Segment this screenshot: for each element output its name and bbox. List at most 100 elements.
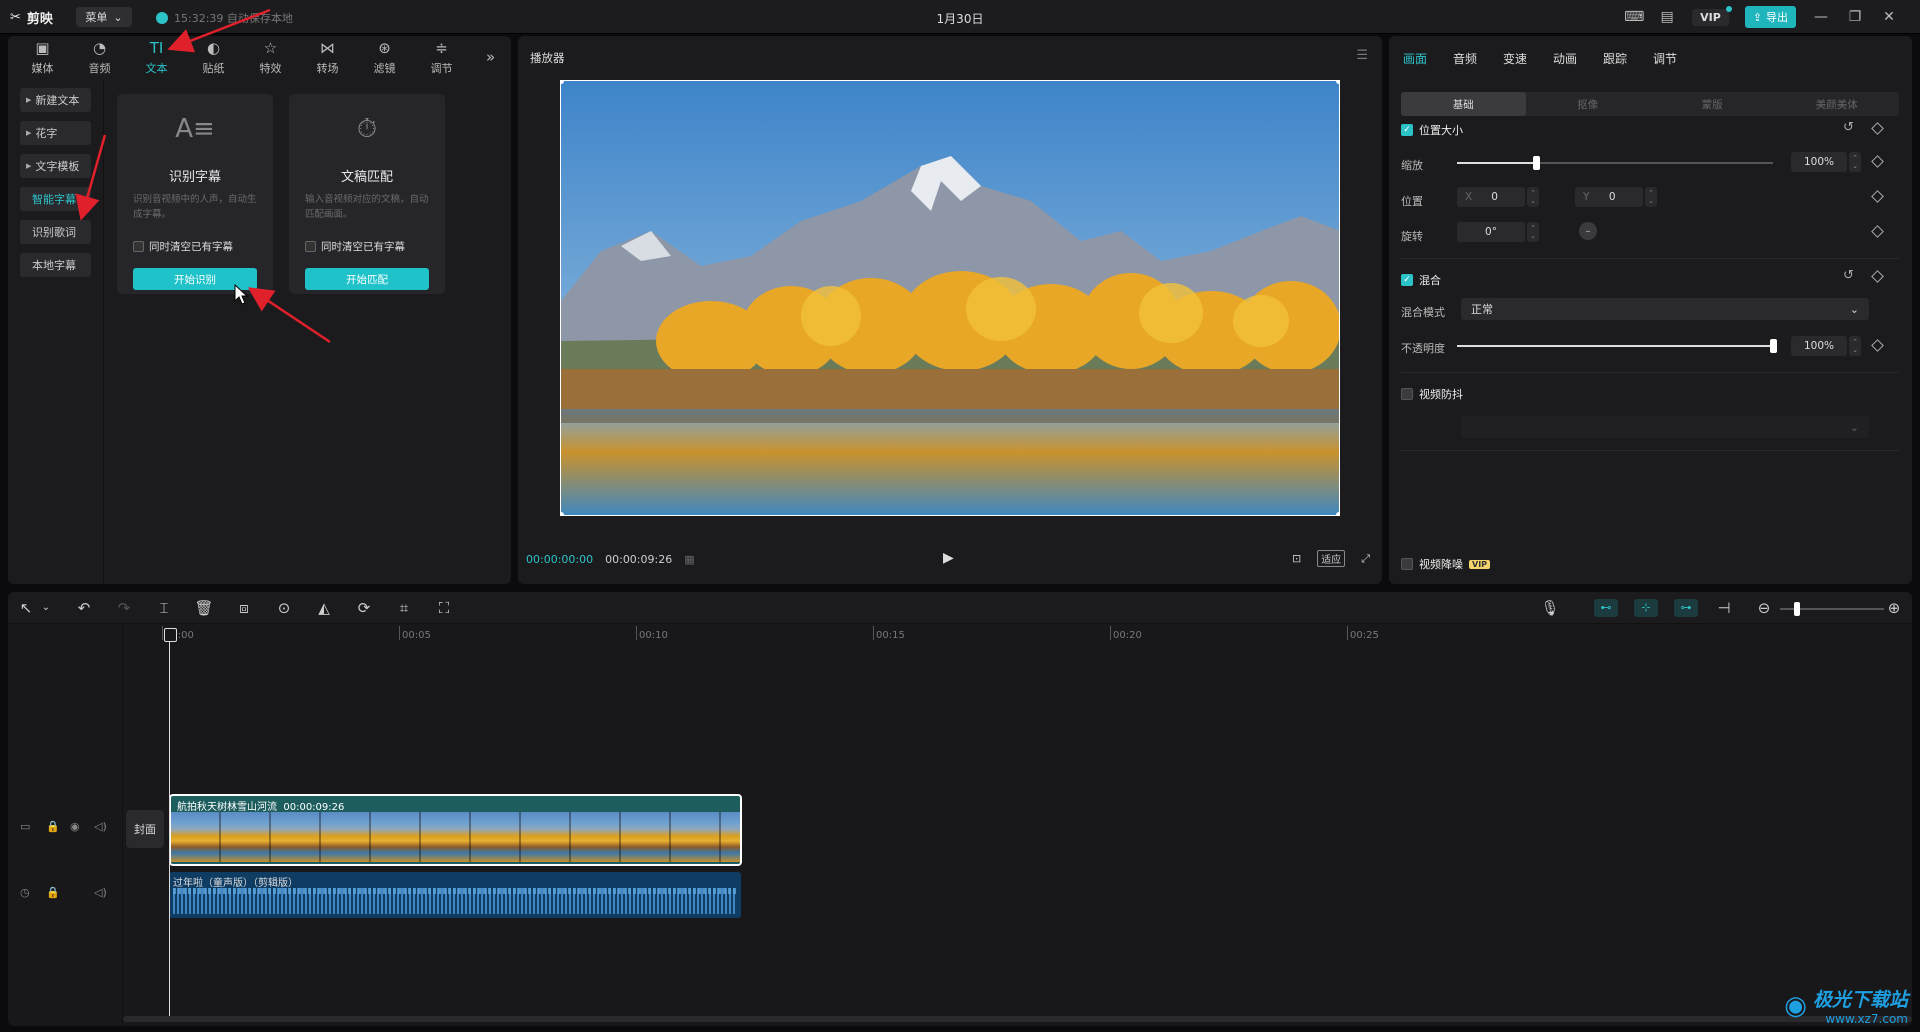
delete-icon[interactable]: 🗑: [194, 599, 214, 617]
category-item[interactable]: 智能字幕: [20, 187, 91, 211]
checkbox-unchecked-icon[interactable]: [305, 241, 316, 252]
more-tabs-icon[interactable]: »: [486, 48, 495, 66]
minimize-icon[interactable]: —: [1812, 9, 1830, 25]
tab-adjust[interactable]: ≑ 调节: [413, 36, 470, 80]
denoise-section[interactable]: 视频降噪 VIP: [1401, 556, 1491, 572]
keyframe-icon[interactable]: [1871, 339, 1884, 352]
x-position-input[interactable]: 0: [1491, 191, 1498, 203]
category-item[interactable]: ▶ 花字: [20, 121, 91, 145]
opacity-value-input[interactable]: 100%: [1791, 336, 1847, 356]
opacity-stepper[interactable]: ⌃ ⌄: [1849, 336, 1861, 356]
stabilize-section[interactable]: 视频防抖: [1401, 386, 1463, 402]
tab-audio[interactable]: ◔ 音频: [71, 36, 128, 80]
reset-icon[interactable]: ↺: [1843, 268, 1854, 283]
category-item[interactable]: ▶ 文字模板: [20, 154, 91, 178]
track-audio-icon[interactable]: ◷: [20, 886, 30, 899]
layout-icon[interactable]: ▤: [1658, 9, 1676, 25]
keyframe-icon[interactable]: [1871, 122, 1884, 135]
lock-icon[interactable]: 🔒: [46, 820, 60, 833]
property-subtab[interactable]: 美颜美体: [1775, 92, 1900, 116]
clear-existing-checkbox[interactable]: 同时清空已有字幕: [305, 239, 405, 254]
shortcut-icon[interactable]: ⌨: [1624, 9, 1644, 25]
checkbox-checked-icon[interactable]: ✓: [1401, 274, 1413, 286]
zoom-in-icon[interactable]: ⊕: [1884, 599, 1904, 617]
crop-icon[interactable]: ⌗: [394, 599, 414, 617]
tab-filter[interactable]: ⊛ 滤镜: [356, 36, 413, 80]
zoom-slider[interactable]: [1780, 602, 1884, 616]
keyframe-icon[interactable]: [1871, 155, 1884, 168]
timecode-grid-icon[interactable]: ▦: [684, 553, 694, 566]
playhead[interactable]: [164, 628, 177, 1018]
eye-icon[interactable]: ◉: [70, 820, 80, 833]
export-button[interactable]: ⇪ 导出: [1744, 6, 1796, 28]
property-tab[interactable]: 画面: [1403, 50, 1453, 67]
vip-button[interactable]: VIP: [1692, 5, 1732, 26]
rotate-dial[interactable]: –: [1579, 222, 1597, 240]
start-matching-button[interactable]: 开始匹配: [305, 268, 429, 290]
microphone-icon[interactable]: 🎙: [1540, 599, 1560, 617]
keyframe-icon[interactable]: [1871, 190, 1884, 203]
track-video-icon[interactable]: ▭: [20, 820, 30, 833]
tab-effects[interactable]: ☆ 特效: [242, 36, 299, 80]
volume-icon[interactable]: ◁): [94, 820, 107, 833]
volume-icon[interactable]: ◁): [94, 886, 107, 899]
property-tab[interactable]: 动画: [1553, 50, 1603, 67]
keyframe-icon[interactable]: [1871, 270, 1884, 283]
scale-stepper[interactable]: ⌃ ⌄: [1849, 152, 1861, 172]
cover-button[interactable]: 封面: [126, 810, 164, 848]
start-recognition-button[interactable]: 开始识别: [133, 268, 257, 290]
property-tab[interactable]: 调节: [1653, 50, 1703, 67]
chevron-down-icon[interactable]: ⌄: [36, 599, 56, 617]
checkbox-unchecked-icon[interactable]: [1401, 388, 1413, 400]
property-subtab[interactable]: 基础: [1401, 92, 1526, 116]
category-item[interactable]: 本地字幕: [20, 253, 91, 277]
lock-icon[interactable]: 🔒: [46, 886, 60, 899]
video-preview[interactable]: [560, 80, 1340, 516]
keyframe-icon[interactable]: [1871, 225, 1884, 238]
select-cursor-icon[interactable]: ↖: [16, 599, 36, 617]
checkbox-checked-icon[interactable]: ✓: [1401, 124, 1413, 136]
zoom-out-icon[interactable]: ⊖: [1754, 599, 1774, 617]
timeline-scrollbar[interactable]: [123, 1016, 1912, 1022]
y-position-input[interactable]: 0: [1609, 191, 1616, 203]
clear-existing-checkbox[interactable]: 同时清空已有字幕: [133, 239, 233, 254]
preview-axis-icon[interactable]: ⊣: [1714, 599, 1734, 617]
reset-icon[interactable]: ↺: [1843, 120, 1854, 135]
tab-sticker[interactable]: ◐ 贴纸: [185, 36, 242, 80]
x-stepper[interactable]: ⌃ ⌄: [1527, 187, 1539, 207]
split-icon[interactable]: ⌶: [154, 599, 174, 617]
image-icon[interactable]: ⛶: [434, 599, 454, 617]
restore-icon[interactable]: ❐: [1846, 9, 1864, 25]
y-stepper[interactable]: ⌃ ⌄: [1645, 187, 1657, 207]
tab-media[interactable]: ▣ 媒体: [14, 36, 71, 80]
mirror-icon[interactable]: ◭: [314, 599, 334, 617]
property-tab[interactable]: 音频: [1453, 50, 1503, 67]
scale-slider[interactable]: [1457, 156, 1773, 170]
time-ruler[interactable]: 00:00 00:05 00:10 00:15 00:20 00:25: [123, 624, 1912, 644]
player-menu-icon[interactable]: ☰: [1356, 48, 1368, 63]
scale-value-input[interactable]: 100%: [1791, 152, 1847, 172]
main-track-magnet-icon[interactable]: ⊷: [1594, 599, 1618, 617]
undo-icon[interactable]: ↶: [74, 599, 94, 617]
fullscreen-icon[interactable]: ⤢: [1361, 552, 1370, 566]
linkage-icon[interactable]: ⊶: [1674, 599, 1698, 617]
resize-handle[interactable]: [1336, 81, 1339, 84]
category-item[interactable]: ▶ 新建文本: [20, 88, 91, 112]
reverse-icon[interactable]: ⊙: [274, 599, 294, 617]
resize-handle[interactable]: [1336, 512, 1339, 515]
rotate-icon[interactable]: ⟳: [354, 599, 374, 617]
ratio-button[interactable]: 适应: [1317, 550, 1346, 567]
freeze-icon[interactable]: ⧈: [234, 599, 254, 617]
property-subtab[interactable]: 蒙版: [1650, 92, 1775, 116]
tab-text[interactable]: TI 文本: [128, 36, 185, 80]
video-clip[interactable]: 航拍秋天树林雪山河流 00:00:09:26: [169, 794, 742, 866]
property-tab[interactable]: 跟踪: [1603, 50, 1653, 67]
blend-section[interactable]: ✓ 混合: [1401, 272, 1441, 288]
resize-handle[interactable]: [561, 512, 564, 515]
play-button[interactable]: ▶: [943, 550, 954, 566]
property-subtab[interactable]: 抠像: [1526, 92, 1651, 116]
close-icon[interactable]: ✕: [1880, 9, 1898, 25]
position-size-section[interactable]: ✓ 位置大小: [1401, 122, 1463, 138]
property-tab[interactable]: 变速: [1503, 50, 1553, 67]
menu-button[interactable]: 菜单 ⌄: [76, 7, 132, 27]
